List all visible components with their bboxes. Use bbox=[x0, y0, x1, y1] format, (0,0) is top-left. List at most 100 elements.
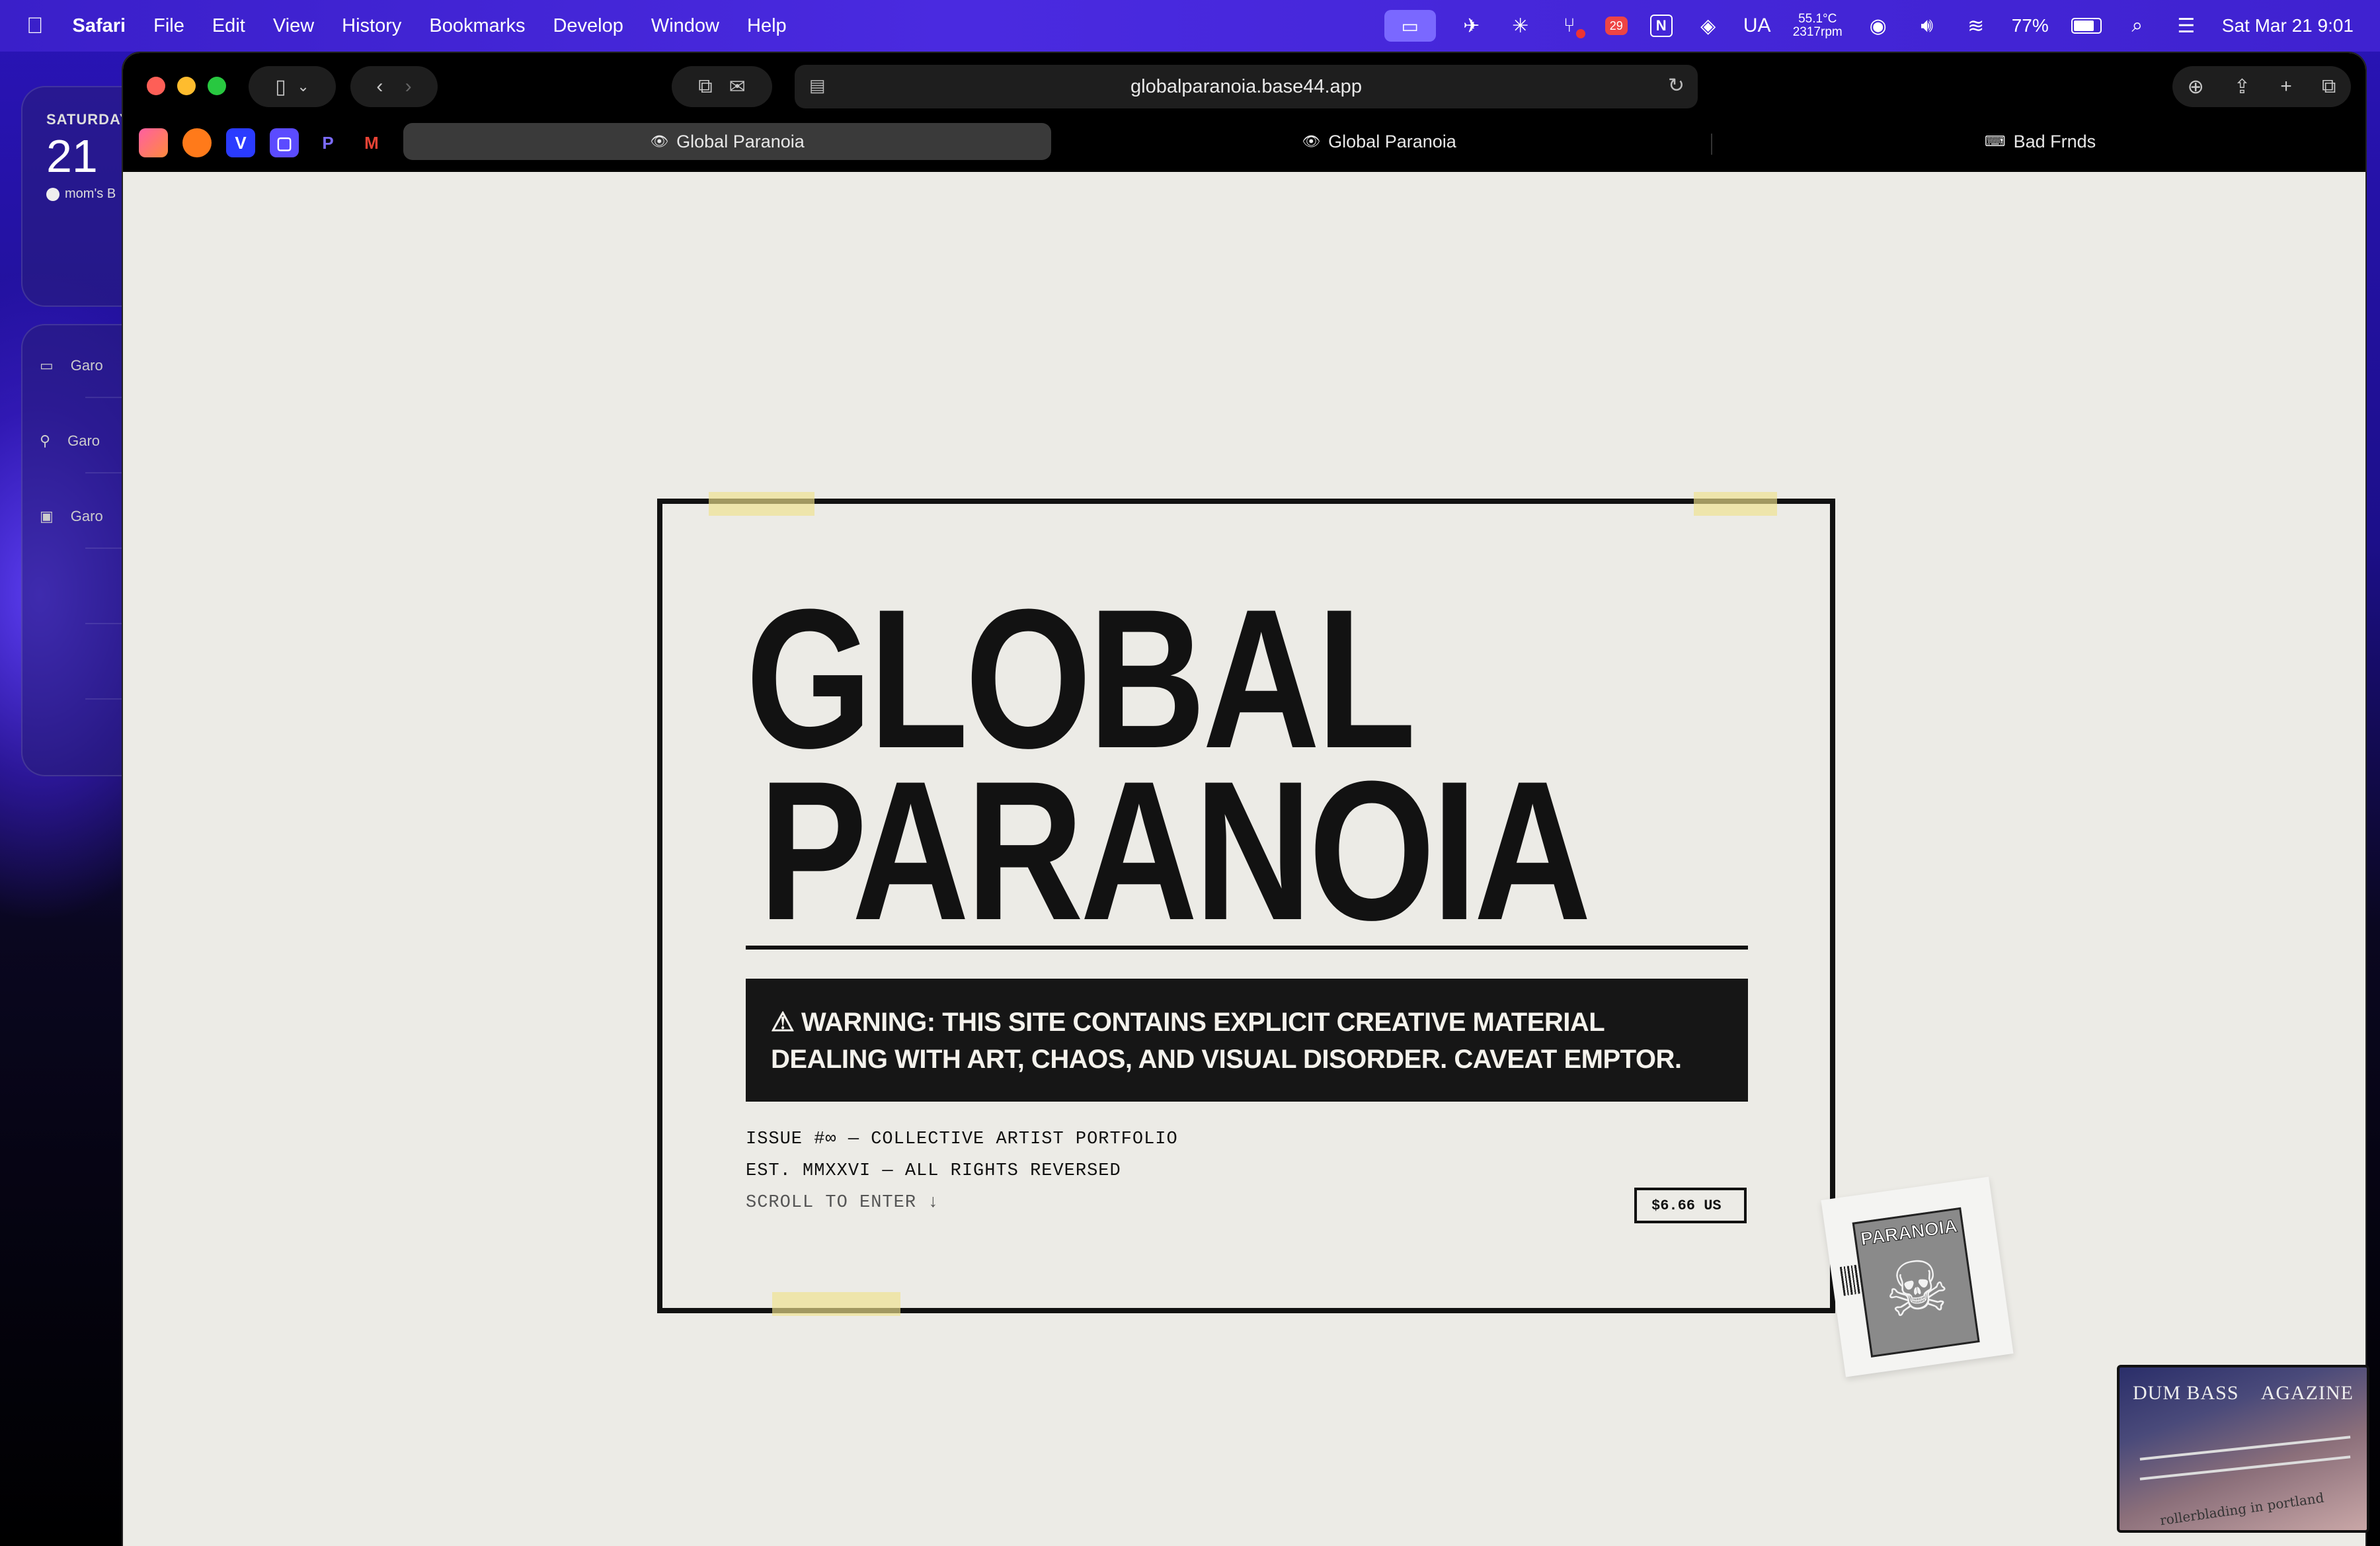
battery-icon[interactable] bbox=[2071, 18, 2102, 34]
battery-row-laptop: ▭ Garo bbox=[40, 357, 103, 374]
tab-global-paranoia[interactable]: 👁︎ Global Paranoia bbox=[1055, 123, 1703, 160]
menu-bar:  Safari File Edit View History Bookmark… bbox=[0, 0, 2380, 52]
sparkle-icon[interactable]: ✳ bbox=[1507, 15, 1534, 37]
event-dot-icon bbox=[46, 187, 60, 201]
fan-rpm: 2317rpm bbox=[1792, 25, 1843, 39]
history-nav: ‹ › bbox=[350, 66, 438, 107]
favorite-app-1-icon[interactable] bbox=[139, 128, 168, 157]
menu-file[interactable]: File bbox=[153, 15, 184, 37]
battery-percent[interactable]: 77% bbox=[2012, 15, 2049, 36]
pip-title-left: DUM BASS bbox=[2133, 1382, 2239, 1404]
safari-window: ▯ ⌄ ‹ › ⧉ ✉ ▤ globalparanoia.base44.app … bbox=[123, 53, 2365, 1546]
issue-line: ISSUE #∞ — COLLECTIVE ARTIST PORTFOLIO bbox=[746, 1129, 1178, 1149]
calendar-day: 21 bbox=[46, 130, 98, 182]
airdrop-icon[interactable]: ◉ bbox=[1865, 15, 1891, 37]
pip-rail bbox=[2139, 1436, 2351, 1461]
title-line-1: GLOBAL bbox=[746, 567, 1416, 790]
tape-strip bbox=[1694, 492, 1777, 516]
warning-banner: ⚠ WARNING: THIS SITE CONTAINS EXPLICIT C… bbox=[746, 979, 1748, 1102]
price-tag: $6.66 US bbox=[1634, 1188, 1747, 1223]
tab-bad-frnds[interactable]: ⌨ Bad Frnds bbox=[1716, 123, 2364, 160]
battery-device-label: Garo bbox=[70, 357, 103, 374]
reload-icon[interactable]: ↻ bbox=[1668, 74, 1685, 97]
pip-rail bbox=[2139, 1455, 2351, 1481]
location-icon[interactable]: ✈ bbox=[1458, 15, 1485, 37]
tab-global-paranoia-active[interactable]: 👁︎ Global Paranoia bbox=[403, 123, 1051, 160]
share-tools: ⧉ ✉ bbox=[672, 66, 772, 107]
tape-strip bbox=[709, 492, 814, 516]
screenshot-icon[interactable]: ⧉ bbox=[698, 75, 712, 98]
gmail-icon[interactable]: M bbox=[357, 128, 386, 157]
case-icon: ▣ bbox=[40, 508, 54, 524]
sidebar-toggle-button[interactable]: ▯ ⌄ bbox=[249, 66, 336, 107]
screen-share-icon[interactable]: ▭ bbox=[1384, 10, 1436, 42]
web-page: GLOBAL PARANOIA ⚠ WARNING: THIS SITE CON… bbox=[123, 172, 2365, 1546]
menu-edit[interactable]: Edit bbox=[212, 15, 245, 37]
menu-app-safari[interactable]: Safari bbox=[73, 15, 126, 37]
wifi-icon[interactable]: ≋ bbox=[1963, 15, 1989, 37]
calendar-weekday: SATURDAY bbox=[46, 111, 130, 128]
sidebar-icon: ▯ bbox=[275, 75, 286, 98]
close-window-button[interactable] bbox=[147, 77, 165, 95]
favorite-app-2-icon[interactable] bbox=[182, 128, 212, 157]
control-center-icon[interactable]: ☰ bbox=[2173, 15, 2200, 37]
paranoia-sticker: PARANOIA ☠ bbox=[1821, 1176, 2014, 1377]
input-source-indicator[interactable]: UA bbox=[1743, 15, 1771, 37]
menu-window[interactable]: Window bbox=[651, 15, 719, 37]
tab-separator bbox=[1711, 134, 1712, 155]
right-tools: ⊕ ⇪ + ⧉ bbox=[2172, 66, 2351, 107]
system-stats[interactable]: 55.1°C 2317rpm bbox=[1793, 13, 1843, 39]
calendar-event: mom's B bbox=[46, 186, 116, 202]
established-line: EST. MMXXVI — ALL RIGHTS REVERSED bbox=[746, 1161, 1121, 1181]
chevron-down-icon: ⌄ bbox=[297, 78, 309, 95]
menu-develop[interactable]: Develop bbox=[553, 15, 623, 37]
spotlight-search-icon[interactable]: ⌕ bbox=[2124, 15, 2151, 37]
poster-frame: GLOBAL PARANOIA ⚠ WARNING: THIS SITE CON… bbox=[657, 492, 1835, 1316]
volume-icon[interactable]: 🔊︎ bbox=[1914, 15, 1940, 37]
new-tab-icon[interactable]: + bbox=[2280, 75, 2292, 98]
mail-icon[interactable]: ✉ bbox=[729, 75, 746, 99]
diamond-icon[interactable]: ◈ bbox=[1695, 15, 1722, 37]
favorite-app-5-icon[interactable]: P bbox=[313, 128, 342, 157]
forward-button[interactable]: › bbox=[405, 75, 412, 98]
skull-crossbones-icon: ☠ bbox=[1879, 1243, 1955, 1334]
pip-title-right: AGAZINE bbox=[2260, 1382, 2354, 1404]
picture-in-picture-thumbnail[interactable]: DUM BASS AGAZINE rollerblading in portla… bbox=[2117, 1365, 2369, 1533]
address-bar[interactable]: ▤ globalparanoia.base44.app ↻ bbox=[795, 65, 1698, 108]
browser-toolbar: ▯ ⌄ ‹ › ⧉ ✉ ▤ globalparanoia.base44.app … bbox=[123, 53, 2365, 119]
battery-row-airpods: ⚲ Garo bbox=[40, 432, 100, 450]
tab-label: Bad Frnds bbox=[2013, 131, 2096, 151]
notion-icon[interactable]: N bbox=[1649, 15, 1673, 37]
title-underline bbox=[746, 946, 1748, 950]
calendar-event-label: mom's B bbox=[65, 186, 116, 201]
back-button[interactable]: ‹ bbox=[376, 75, 383, 98]
favorite-app-4-icon[interactable]: ▢ bbox=[270, 128, 299, 157]
battery-row-case: ▣ Garo bbox=[40, 508, 103, 525]
pip-caption: rollerblading in portland bbox=[2159, 1489, 2325, 1529]
tab-label: Global Paranoia bbox=[676, 131, 805, 151]
cpu-temp: 55.1°C bbox=[1798, 12, 1837, 26]
page-menu-icon[interactable]: ▤ bbox=[809, 75, 826, 96]
battery-device-label: Garo bbox=[67, 432, 100, 449]
share-icon[interactable]: ⇪ bbox=[2234, 75, 2250, 99]
menu-help[interactable]: Help bbox=[747, 15, 787, 37]
minimize-window-button[interactable] bbox=[177, 77, 196, 95]
tab-label: Global Paranoia bbox=[1328, 131, 1456, 151]
eye-favicon-icon: 👁︎ bbox=[1302, 133, 1321, 149]
downloads-icon[interactable]: ⊕ bbox=[2188, 75, 2204, 99]
zoom-window-button[interactable] bbox=[208, 77, 226, 95]
menu-clock[interactable]: Sat Mar 21 9:01 bbox=[2222, 15, 2354, 36]
menu-bookmarks[interactable]: Bookmarks bbox=[429, 15, 525, 37]
favorite-app-3-icon[interactable]: V bbox=[226, 128, 255, 157]
scroll-to-enter-link[interactable]: SCROLL TO ENTER ↓ bbox=[746, 1193, 939, 1213]
menu-history[interactable]: History bbox=[342, 15, 401, 37]
menu-view[interactable]: View bbox=[273, 15, 314, 37]
tab-overview-icon[interactable]: ⧉ bbox=[2322, 75, 2336, 98]
airpods-icon: ⚲ bbox=[40, 432, 51, 449]
url-text[interactable]: globalparanoia.base44.app bbox=[1130, 76, 1362, 98]
sticker-art: PARANOIA ☠ bbox=[1852, 1207, 1980, 1358]
notification-badge-icon[interactable]: 29 bbox=[1605, 17, 1628, 35]
fork-icon[interactable]: ⑂ bbox=[1556, 15, 1585, 38]
keyboard-favicon-icon: ⌨ bbox=[1984, 133, 2006, 149]
apple-menu-icon[interactable]:  bbox=[26, 13, 44, 39]
